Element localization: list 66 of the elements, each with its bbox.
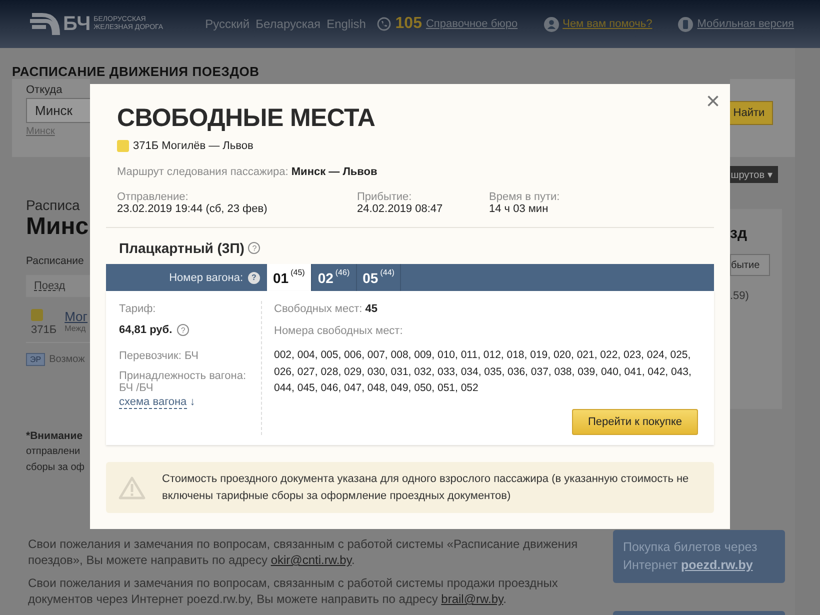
trip-label: Время в пути: (489, 191, 560, 203)
trip-value: 23.02.2019 19:44 (сб, 23 фев) (117, 203, 268, 215)
ownership-label: Принадлежность вагона: (119, 370, 248, 382)
train-name: 371Б Могилёв — Львов (133, 140, 254, 152)
phone-icon (377, 17, 392, 31)
column-header[interactable]: Поезд (34, 280, 66, 292)
car-class-title: Плацкартный (3П) (119, 240, 244, 256)
seat-numbers-label: Номера свободных мест: (274, 325, 404, 337)
help-icon[interactable]: ? (248, 242, 260, 254)
from-field[interactable]: Минск (26, 98, 90, 123)
passenger-route: Маршрут следования пассажира: Минск — Львов (117, 166, 378, 178)
feedback-paragraph: Свои пожелания и замечания по вопросам, связанным с работой системы «Расписание движения поездов», Вы можете направить по адресу okir@cnti.rw.by. (28, 536, 579, 568)
train-link[interactable]: Мог (64, 309, 88, 324)
close-button[interactable]: × (706, 90, 720, 114)
help-icon[interactable]: ? (248, 272, 260, 284)
notice-text: отправлени (26, 445, 82, 459)
event-button[interactable]: бытие (730, 254, 770, 276)
mobile-phone-icon (678, 16, 694, 32)
free-seats-count: Свободных мест: 45 (274, 303, 379, 315)
tariff-label: Тариф: (119, 303, 157, 315)
er-note: Возмож (49, 354, 85, 365)
help-link[interactable]: Чем вам помочь? (562, 18, 652, 30)
language-link[interactable]: Беларуская (256, 17, 321, 31)
warning-icon (118, 476, 146, 500)
side-panel-text: .59) (730, 290, 750, 302)
car-scheme-link[interactable]: схема вагона (119, 396, 187, 409)
car-tab[interactable]: 01$^{(45)}$ (267, 264, 312, 291)
schedule-route-heading: Минс (26, 213, 90, 241)
tariff-price: 64,81 руб. (119, 324, 172, 336)
seat-numbers: 002, 004, 005, 006, 007, 008, 009, 010, 011, 012, 018, 019, 020, 021, 022, 023, 024, 025, 026, 027, 028, 029, 030, 031, 032, 033, 034, 035, 036, 037, 038, 039, 040, 041, 042, 043, 044, 045, 046, 047, 048, 049, 050, 051, 052 (274, 348, 692, 396)
railway-logo-icon (30, 11, 60, 37)
warning-text: Стоимость проездного документа указана для одного взрослого пассажира (в указанную стоимость не включены тарифные сборы за оформление проездных документов) (162, 472, 690, 504)
schedule-subheading: Расписание (26, 255, 85, 267)
page-title: РАСПИСАНИЕ ДВИЖЕНИЯ ПОЕЗДОВ (11, 63, 260, 78)
email-link[interactable]: brail@rw.by (441, 592, 504, 606)
help-icon[interactable]: ? (177, 324, 190, 336)
trip-label: Отправление: (117, 191, 190, 203)
promo-text: Покупка билетов через Интернет poezd.rw.by (623, 540, 758, 572)
trip-label: Прибытие: (357, 191, 413, 203)
trip-value: 24.02.2019 08:47 (357, 203, 444, 215)
down-arrow-icon: ↓ (190, 396, 196, 408)
trip-value: 14 ч 03 мин (489, 203, 550, 215)
language-link[interactable]: Русский (205, 17, 250, 31)
buy-button[interactable]: Перейти к покупке (572, 408, 698, 434)
carrier-text: Перевозчик: БЧ (119, 350, 200, 362)
train-type: Межд (64, 324, 87, 333)
dialog-title: СВОБОДНЫЕ МЕСТА (117, 104, 376, 133)
from-label: Откуда (26, 84, 64, 96)
email-link[interactable]: okir@cnti.rw.by (270, 553, 352, 567)
promo-banner[interactable]: Покупка билетов через Интернет poezd.rw.by (613, 530, 785, 583)
mobile-version-link[interactable]: Мобильная версия (697, 18, 794, 30)
help-desk-link[interactable]: Справочное бюро (426, 18, 518, 30)
side-panel-title: зд (730, 225, 748, 242)
train-number: 371Б (31, 324, 57, 336)
schedule-heading: Расписа (26, 197, 81, 213)
phone-number: 105 (395, 15, 422, 33)
car-number-label: Номер вагона: (169, 272, 243, 284)
notice-heading: *Внимание (26, 429, 84, 444)
logo-text: БЧ (63, 12, 91, 36)
user-icon (544, 16, 559, 32)
feedback-paragraph: Свои пожелания и замечания по вопросам, связанным с работой системы продажи проездных документов через Интернет poezd.rw.by, Вы можете направить по адресу brail@rw.by. (28, 575, 559, 607)
language-link[interactable]: English (326, 17, 366, 31)
promo-link[interactable]: poezd.rw.by (681, 558, 753, 572)
notice-text: сборы за оф (26, 461, 86, 475)
ownership-value: БЧ /БЧ (119, 382, 154, 394)
er-badge: ЭР (26, 353, 46, 366)
